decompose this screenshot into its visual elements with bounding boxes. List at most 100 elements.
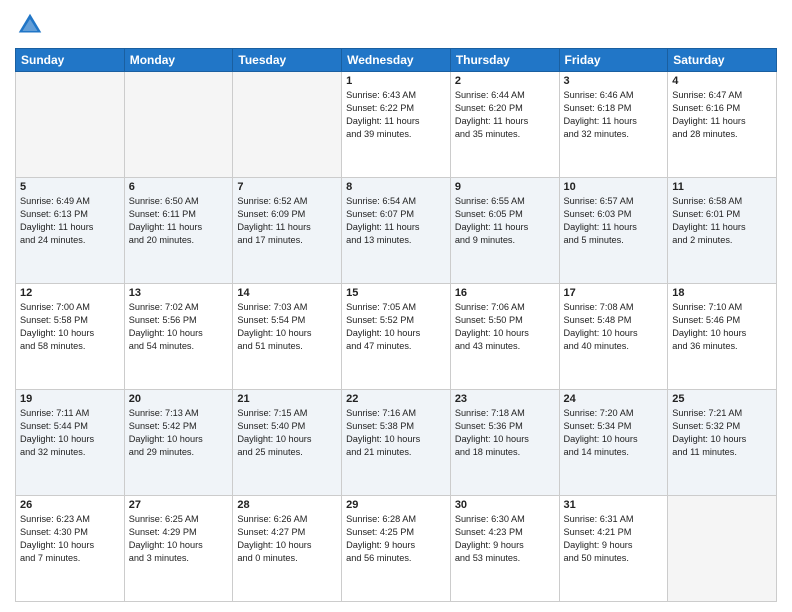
day-number: 9 <box>455 181 555 193</box>
day-number: 8 <box>346 181 446 193</box>
calendar-cell: 10 Sunrise: 6:57 AM Sunset: 6:03 PM Dayli… <box>559 178 668 284</box>
day-number: 21 <box>237 393 337 405</box>
calendar-cell: 27 Sunrise: 6:25 AM Sunset: 4:29 PM Dayli… <box>124 496 233 602</box>
day-number: 27 <box>129 499 229 511</box>
day-number: 4 <box>672 75 772 87</box>
day-info: Sunrise: 7:15 AM Sunset: 5:40 PM Dayligh… <box>237 407 337 459</box>
calendar-cell: 30 Sunrise: 6:30 AM Sunset: 4:23 PM Dayli… <box>450 496 559 602</box>
day-info: Sunrise: 6:52 AM Sunset: 6:09 PM Dayligh… <box>237 195 337 247</box>
day-info: Sunrise: 7:05 AM Sunset: 5:52 PM Dayligh… <box>346 301 446 353</box>
day-info: Sunrise: 6:43 AM Sunset: 6:22 PM Dayligh… <box>346 89 446 141</box>
day-header: Wednesday <box>342 49 451 72</box>
day-info: Sunrise: 7:11 AM Sunset: 5:44 PM Dayligh… <box>20 407 120 459</box>
calendar-cell: 3 Sunrise: 6:46 AM Sunset: 6:18 PM Daylig… <box>559 72 668 178</box>
calendar-cell <box>124 72 233 178</box>
day-number: 1 <box>346 75 446 87</box>
calendar-cell: 11 Sunrise: 6:58 AM Sunset: 6:01 PM Dayli… <box>668 178 777 284</box>
day-info: Sunrise: 7:06 AM Sunset: 5:50 PM Dayligh… <box>455 301 555 353</box>
calendar-week-row: 19 Sunrise: 7:11 AM Sunset: 5:44 PM Dayli… <box>16 390 777 496</box>
day-info: Sunrise: 6:25 AM Sunset: 4:29 PM Dayligh… <box>129 513 229 565</box>
calendar-cell: 21 Sunrise: 7:15 AM Sunset: 5:40 PM Dayli… <box>233 390 342 496</box>
calendar-cell: 24Sunrise: 7:20 AM Sunset: 5:34 PM Dayli… <box>559 390 668 496</box>
day-header: Friday <box>559 49 668 72</box>
calendar-cell: 14 Sunrise: 7:03 AM Sunset: 5:54 PM Dayli… <box>233 284 342 390</box>
day-number: 20 <box>129 393 229 405</box>
day-number: 14 <box>237 287 337 299</box>
day-info: Sunrise: 7:18 AM Sunset: 5:36 PM Dayligh… <box>455 407 555 459</box>
day-number: 17 <box>564 287 664 299</box>
calendar: SundayMondayTuesdayWednesdayThursdayFrid… <box>15 48 777 602</box>
calendar-cell: 29 Sunrise: 6:28 AM Sunset: 4:25 PM Dayli… <box>342 496 451 602</box>
day-info: Sunrise: 6:28 AM Sunset: 4:25 PM Dayligh… <box>346 513 446 565</box>
calendar-cell: 26Sunrise: 6:23 AM Sunset: 4:30 PM Dayli… <box>16 496 125 602</box>
calendar-cell: 6 Sunrise: 6:50 AM Sunset: 6:11 PM Daylig… <box>124 178 233 284</box>
calendar-cell <box>16 72 125 178</box>
day-info: Sunrise: 7:03 AM Sunset: 5:54 PM Dayligh… <box>237 301 337 353</box>
day-info: Sunrise: 7:08 AM Sunset: 5:48 PM Dayligh… <box>564 301 664 353</box>
day-info: Sunrise: 7:00 AM Sunset: 5:58 PM Dayligh… <box>20 301 120 353</box>
day-info: Sunrise: 6:57 AM Sunset: 6:03 PM Dayligh… <box>564 195 664 247</box>
day-info: Sunrise: 6:31 AM Sunset: 4:21 PM Dayligh… <box>564 513 664 565</box>
calendar-cell: 20 Sunrise: 7:13 AM Sunset: 5:42 PM Dayli… <box>124 390 233 496</box>
calendar-cell: 7 Sunrise: 6:52 AM Sunset: 6:09 PM Daylig… <box>233 178 342 284</box>
calendar-cell: 1 Sunrise: 6:43 AM Sunset: 6:22 PM Daylig… <box>342 72 451 178</box>
day-info: Sunrise: 6:58 AM Sunset: 6:01 PM Dayligh… <box>672 195 772 247</box>
day-number: 25 <box>672 393 772 405</box>
calendar-cell: 5Sunrise: 6:49 AM Sunset: 6:13 PM Daylig… <box>16 178 125 284</box>
day-number: 22 <box>346 393 446 405</box>
calendar-cell: 18 Sunrise: 7:10 AM Sunset: 5:46 PM Dayli… <box>668 284 777 390</box>
day-info: Sunrise: 6:26 AM Sunset: 4:27 PM Dayligh… <box>237 513 337 565</box>
day-number: 3 <box>564 75 664 87</box>
calendar-cell: 25 Sunrise: 7:21 AM Sunset: 5:32 PM Dayli… <box>668 390 777 496</box>
day-number: 12 <box>20 287 120 299</box>
day-number: 19 <box>20 393 120 405</box>
day-header: Sunday <box>16 49 125 72</box>
calendar-cell: 16Sunrise: 7:06 AM Sunset: 5:50 PM Dayli… <box>450 284 559 390</box>
day-info: Sunrise: 7:20 AM Sunset: 5:34 PM Dayligh… <box>564 407 664 459</box>
calendar-week-row: 1 Sunrise: 6:43 AM Sunset: 6:22 PM Daylig… <box>16 72 777 178</box>
calendar-cell: 31Sunrise: 6:31 AM Sunset: 4:21 PM Dayli… <box>559 496 668 602</box>
day-info: Sunrise: 6:47 AM Sunset: 6:16 PM Dayligh… <box>672 89 772 141</box>
logo-icon <box>15 10 45 40</box>
calendar-cell: 19 Sunrise: 7:11 AM Sunset: 5:44 PM Dayli… <box>16 390 125 496</box>
logo <box>15 10 49 40</box>
calendar-week-row: 26Sunrise: 6:23 AM Sunset: 4:30 PM Dayli… <box>16 496 777 602</box>
day-header: Tuesday <box>233 49 342 72</box>
day-number: 29 <box>346 499 446 511</box>
calendar-cell: 4 Sunrise: 6:47 AM Sunset: 6:16 PM Daylig… <box>668 72 777 178</box>
day-number: 26 <box>20 499 120 511</box>
calendar-cell <box>668 496 777 602</box>
day-number: 5 <box>20 181 120 193</box>
calendar-cell: 13 Sunrise: 7:02 AM Sunset: 5:56 PM Dayli… <box>124 284 233 390</box>
day-info: Sunrise: 7:16 AM Sunset: 5:38 PM Dayligh… <box>346 407 446 459</box>
calendar-cell <box>233 72 342 178</box>
day-info: Sunrise: 6:55 AM Sunset: 6:05 PM Dayligh… <box>455 195 555 247</box>
day-info: Sunrise: 6:30 AM Sunset: 4:23 PM Dayligh… <box>455 513 555 565</box>
calendar-cell: 23Sunrise: 7:18 AM Sunset: 5:36 PM Dayli… <box>450 390 559 496</box>
calendar-week-row: 5Sunrise: 6:49 AM Sunset: 6:13 PM Daylig… <box>16 178 777 284</box>
calendar-cell: 12 Sunrise: 7:00 AM Sunset: 5:58 PM Dayli… <box>16 284 125 390</box>
day-info: Sunrise: 6:44 AM Sunset: 6:20 PM Dayligh… <box>455 89 555 141</box>
day-info: Sunrise: 7:02 AM Sunset: 5:56 PM Dayligh… <box>129 301 229 353</box>
day-header: Saturday <box>668 49 777 72</box>
day-number: 11 <box>672 181 772 193</box>
calendar-cell: 17 Sunrise: 7:08 AM Sunset: 5:48 PM Dayli… <box>559 284 668 390</box>
day-number: 15 <box>346 287 446 299</box>
day-number: 18 <box>672 287 772 299</box>
day-header: Thursday <box>450 49 559 72</box>
day-info: Sunrise: 6:54 AM Sunset: 6:07 PM Dayligh… <box>346 195 446 247</box>
day-number: 13 <box>129 287 229 299</box>
day-number: 7 <box>237 181 337 193</box>
day-number: 10 <box>564 181 664 193</box>
header <box>15 10 777 40</box>
day-number: 2 <box>455 75 555 87</box>
day-info: Sunrise: 7:21 AM Sunset: 5:32 PM Dayligh… <box>672 407 772 459</box>
day-number: 6 <box>129 181 229 193</box>
day-number: 30 <box>455 499 555 511</box>
calendar-cell: 2 Sunrise: 6:44 AM Sunset: 6:20 PM Daylig… <box>450 72 559 178</box>
day-info: Sunrise: 6:50 AM Sunset: 6:11 PM Dayligh… <box>129 195 229 247</box>
day-info: Sunrise: 7:10 AM Sunset: 5:46 PM Dayligh… <box>672 301 772 353</box>
day-info: Sunrise: 7:13 AM Sunset: 5:42 PM Dayligh… <box>129 407 229 459</box>
calendar-cell: 22 Sunrise: 7:16 AM Sunset: 5:38 PM Dayli… <box>342 390 451 496</box>
day-info: Sunrise: 6:46 AM Sunset: 6:18 PM Dayligh… <box>564 89 664 141</box>
